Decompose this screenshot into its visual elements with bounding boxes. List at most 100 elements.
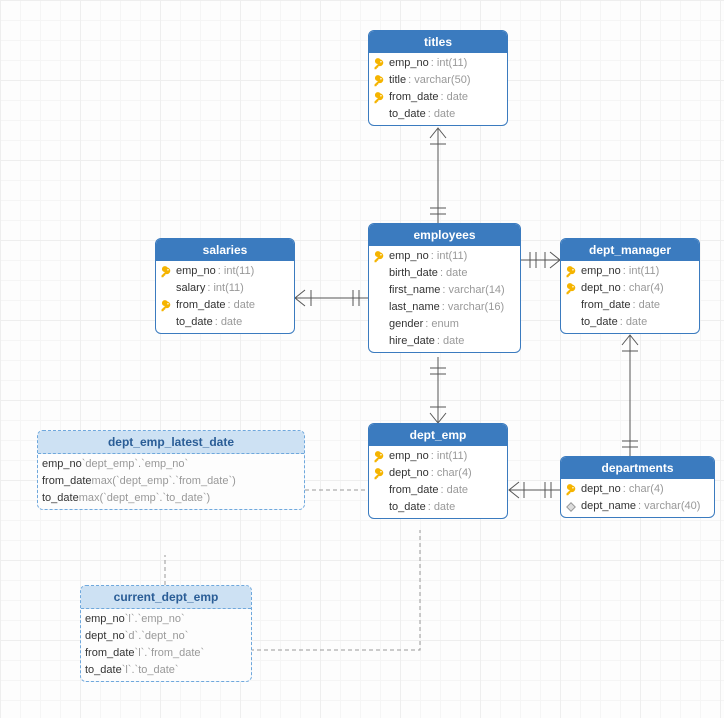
entity-header-dept-manager: dept_manager bbox=[561, 239, 699, 261]
column-name: first_name bbox=[389, 283, 440, 298]
column-type: : char(4) bbox=[623, 281, 664, 296]
view-header-deld: dept_emp_latest_date bbox=[38, 431, 304, 454]
column-expression: max(`dept_emp`.`from_date`) bbox=[92, 474, 236, 489]
key-icon bbox=[373, 92, 385, 104]
column-type: : enum bbox=[425, 317, 459, 332]
column-name: to_date bbox=[581, 315, 618, 330]
column-row: dept_name: varchar(40) bbox=[561, 498, 714, 515]
column-type: : char(4) bbox=[431, 466, 472, 481]
column-expression: `dept_emp`.`emp_no` bbox=[82, 457, 188, 472]
column-name: from_date bbox=[42, 474, 92, 489]
key-icon bbox=[373, 451, 385, 463]
column-type: : int(11) bbox=[218, 264, 254, 279]
column-row: from_date: date bbox=[561, 297, 699, 314]
column-type: : date bbox=[441, 483, 469, 498]
view-column-row: dept_no `d`.`dept_no` bbox=[81, 628, 251, 645]
entity-header-employees: employees bbox=[369, 224, 520, 246]
column-row: from_date: date bbox=[156, 297, 294, 314]
entity-body-employees: emp_no: int(11)birth_date: datefirst_nam… bbox=[369, 246, 520, 352]
column-name: birth_date bbox=[389, 266, 438, 281]
column-name: emp_no bbox=[581, 264, 621, 279]
column-row: to_date: date bbox=[561, 314, 699, 331]
blank-icon bbox=[373, 485, 385, 497]
column-name: last_name bbox=[389, 300, 440, 315]
view-column-row: emp_no `dept_emp`.`emp_no` bbox=[38, 456, 304, 473]
entity-header-salaries: salaries bbox=[156, 239, 294, 261]
entity-body-salaries: emp_no: int(11)salary: int(11)from_date:… bbox=[156, 261, 294, 333]
blank-icon bbox=[373, 336, 385, 348]
entity-departments[interactable]: departments dept_no: char(4)dept_name: v… bbox=[560, 456, 715, 518]
column-name: to_date bbox=[42, 491, 79, 506]
column-type: : date bbox=[633, 298, 661, 313]
entity-header-dept-emp: dept_emp bbox=[369, 424, 507, 446]
column-type: : varchar(16) bbox=[442, 300, 504, 315]
column-name: from_date bbox=[85, 646, 135, 661]
column-row: title: varchar(50) bbox=[369, 72, 507, 89]
column-row: dept_no: char(4) bbox=[561, 280, 699, 297]
column-row: emp_no: int(11) bbox=[369, 55, 507, 72]
column-row: first_name: varchar(14) bbox=[369, 282, 520, 299]
key-icon bbox=[373, 75, 385, 87]
column-name: from_date bbox=[389, 90, 439, 105]
entity-body-departments: dept_no: char(4)dept_name: varchar(40) bbox=[561, 479, 714, 517]
entity-header-departments: departments bbox=[561, 457, 714, 479]
column-name: from_date bbox=[581, 298, 631, 313]
column-type: : date bbox=[215, 315, 243, 330]
view-column-row: to_date max(`dept_emp`.`to_date`) bbox=[38, 490, 304, 507]
entity-titles[interactable]: titles emp_no: int(11)title: varchar(50)… bbox=[368, 30, 508, 126]
column-name: dept_no bbox=[581, 482, 621, 497]
column-row: to_date: date bbox=[369, 499, 507, 516]
view-column-row: emp_no `l`.`emp_no` bbox=[81, 611, 251, 628]
view-header-cde: current_dept_emp bbox=[81, 586, 251, 609]
column-name: dept_name bbox=[581, 499, 636, 514]
column-name: title bbox=[389, 73, 406, 88]
column-row: gender: enum bbox=[369, 316, 520, 333]
entity-header-titles: titles bbox=[369, 31, 507, 53]
column-row: to_date: date bbox=[156, 314, 294, 331]
entity-salaries[interactable]: salaries emp_no: int(11)salary: int(11)f… bbox=[155, 238, 295, 334]
column-name: emp_no bbox=[85, 612, 125, 627]
view-column-row: to_date `l`.`to_date` bbox=[81, 662, 251, 679]
column-row: salary: int(11) bbox=[156, 280, 294, 297]
column-type: : date bbox=[428, 107, 456, 122]
column-name: dept_no bbox=[389, 466, 429, 481]
column-row: from_date: date bbox=[369, 482, 507, 499]
column-type: : int(11) bbox=[431, 249, 467, 264]
column-type: : varchar(50) bbox=[408, 73, 470, 88]
column-name: to_date bbox=[389, 500, 426, 515]
column-name: from_date bbox=[176, 298, 226, 313]
entity-dept-emp[interactable]: dept_emp emp_no: int(11)dept_no: char(4)… bbox=[368, 423, 508, 519]
column-type: : varchar(40) bbox=[638, 499, 700, 514]
entity-body-dept-manager: emp_no: int(11)dept_no: char(4)from_date… bbox=[561, 261, 699, 333]
column-type: : date bbox=[620, 315, 648, 330]
column-expression: `l`.`emp_no` bbox=[125, 612, 185, 627]
column-name: to_date bbox=[85, 663, 122, 678]
column-name: hire_date bbox=[389, 334, 435, 349]
column-type: : date bbox=[437, 334, 465, 349]
view-dept-emp-latest-date[interactable]: dept_emp_latest_date emp_no `dept_emp`.`… bbox=[37, 430, 305, 510]
column-name: emp_no bbox=[42, 457, 82, 472]
key-icon bbox=[565, 484, 577, 496]
column-type: : date bbox=[228, 298, 256, 313]
column-name: emp_no bbox=[176, 264, 216, 279]
column-row: emp_no: int(11) bbox=[156, 263, 294, 280]
view-column-row: from_date max(`dept_emp`.`from_date`) bbox=[38, 473, 304, 490]
view-current-dept-emp[interactable]: current_dept_emp emp_no `l`.`emp_no`dept… bbox=[80, 585, 252, 682]
column-type: : int(11) bbox=[623, 264, 659, 279]
column-type: : int(11) bbox=[431, 56, 467, 71]
entity-dept-manager[interactable]: dept_manager emp_no: int(11)dept_no: cha… bbox=[560, 238, 700, 334]
blank-icon bbox=[373, 109, 385, 121]
column-name: gender bbox=[389, 317, 423, 332]
column-type: : date bbox=[441, 90, 469, 105]
diamond-icon bbox=[565, 501, 577, 513]
column-type: : date bbox=[440, 266, 468, 281]
column-row: dept_no: char(4) bbox=[369, 465, 507, 482]
column-row: dept_no: char(4) bbox=[561, 481, 714, 498]
column-row: emp_no: int(11) bbox=[369, 448, 507, 465]
column-type: : int(11) bbox=[431, 449, 467, 464]
entity-employees[interactable]: employees emp_no: int(11)birth_date: dat… bbox=[368, 223, 521, 353]
key-icon bbox=[160, 266, 172, 278]
column-expression: max(`dept_emp`.`to_date`) bbox=[79, 491, 210, 506]
column-expression: `d`.`dept_no` bbox=[125, 629, 189, 644]
key-icon bbox=[565, 283, 577, 295]
